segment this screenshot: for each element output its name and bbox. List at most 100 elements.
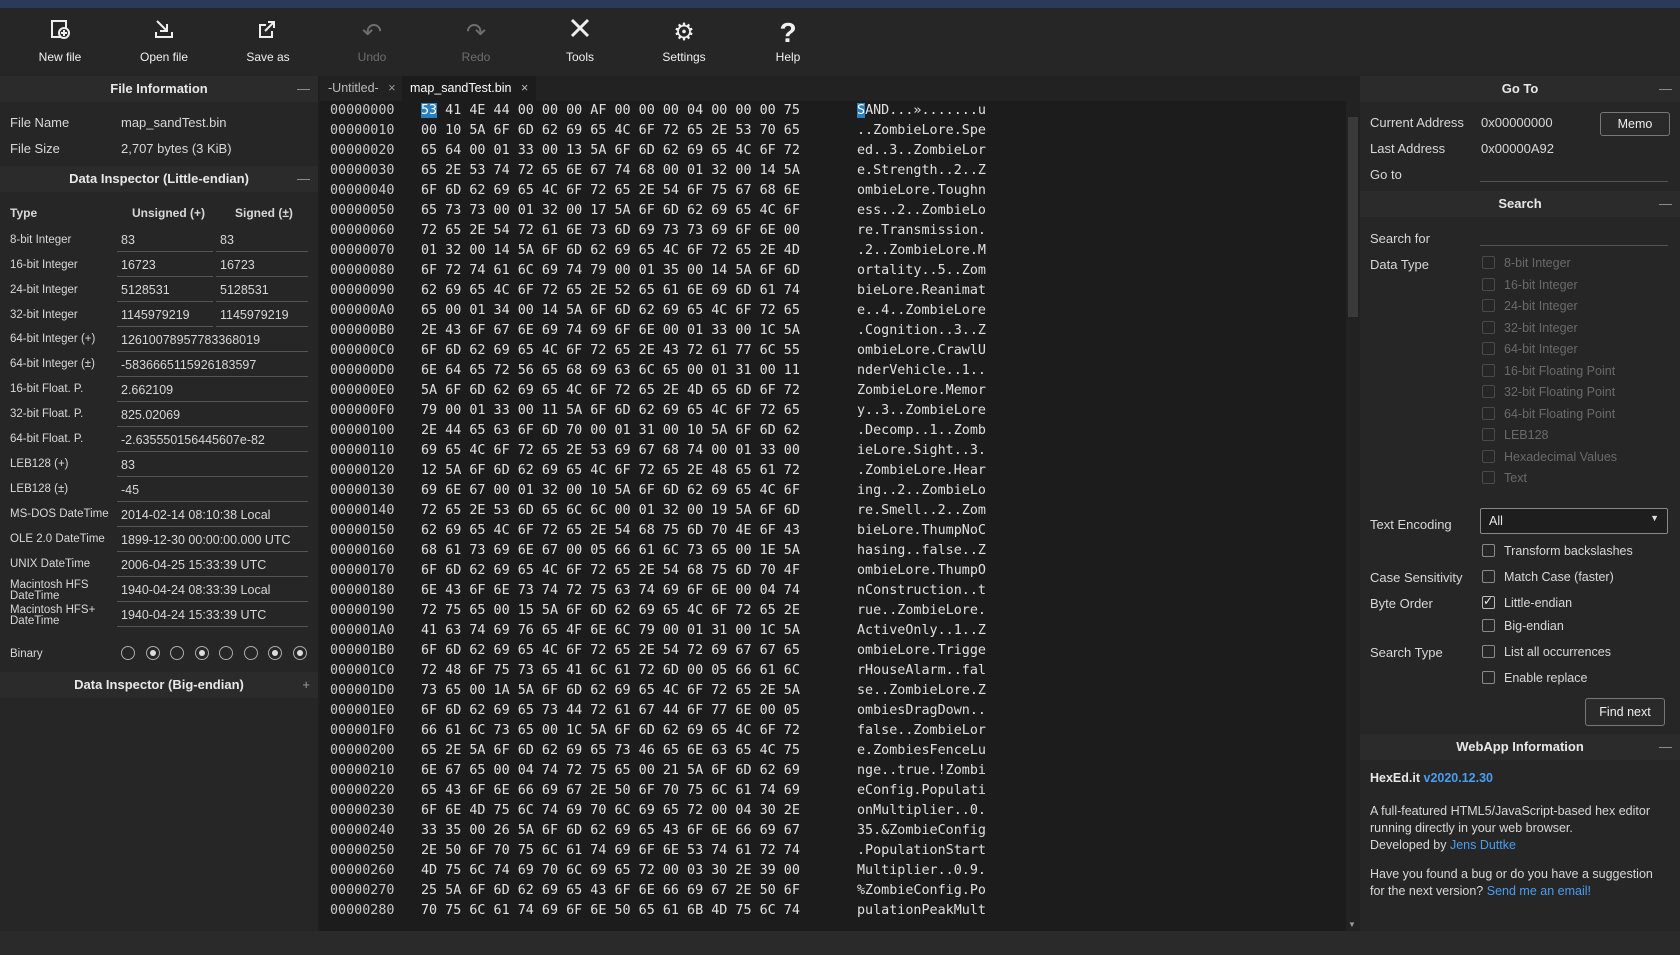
hex-bytes[interactable]: 72 75 65 00 15 5A 6F 6D 62 69 65 4C 6F 7… xyxy=(421,601,800,621)
hex-row[interactable]: 000001B0 6F 6D 62 69 65 4C 6F 72 65 2E 54… xyxy=(320,641,1340,661)
hex-row[interactable]: 00000150 62 69 65 4C 6F 72 65 2E 54 68 75… xyxy=(320,521,1340,541)
inspector-value-field[interactable]: 1899-12-30 00:00:00.000 UTC xyxy=(117,528,308,552)
hex-ascii[interactable]: ZombieLore.Memor xyxy=(857,381,986,401)
text-encoding-select[interactable]: All ▼ xyxy=(1480,508,1668,534)
hex-bytes[interactable]: 5A 6F 6D 62 69 65 4C 6F 72 65 2E 4D 65 6… xyxy=(421,381,800,401)
unsigned-value-field[interactable]: 1145979219 xyxy=(117,303,213,327)
hex-bytes[interactable]: 72 65 2E 53 6D 65 6C 6C 00 01 32 00 19 5… xyxy=(421,501,800,521)
hex-ascii[interactable]: eConfig.Populati xyxy=(857,781,986,801)
hex-bytes[interactable]: 6F 72 74 61 6C 69 74 79 00 01 35 00 14 5… xyxy=(421,261,800,281)
hex-row[interactable]: 00000140 72 65 2E 53 6D 65 6C 6C 00 01 32… xyxy=(320,501,1340,521)
hex-row[interactable]: 00000080 6F 72 74 61 6C 69 74 79 00 01 35… xyxy=(320,261,1340,281)
hex-ascii[interactable]: %ZombieConfig.Po xyxy=(857,881,986,901)
hex-bytes[interactable]: 01 32 00 14 5A 6F 6D 62 69 65 4C 6F 72 6… xyxy=(421,241,800,261)
hex-ascii[interactable]: onMultiplier..0. xyxy=(857,801,986,821)
scrollbar-thumb[interactable] xyxy=(1348,117,1358,317)
little-endian-checkbox[interactable]: ✓ xyxy=(1482,594,1495,609)
hex-ascii[interactable]: Multiplier..0.9. xyxy=(857,861,986,881)
hex-row[interactable]: 00000180 6E 43 6F 6E 73 74 72 75 63 74 69… xyxy=(320,581,1340,601)
hex-bytes[interactable]: 62 69 65 4C 6F 72 65 2E 54 68 75 6D 70 4… xyxy=(421,521,800,541)
hex-row[interactable]: 000000A0 65 00 01 34 00 14 5A 6F 6D 62 69… xyxy=(320,301,1340,321)
hex-bytes[interactable]: 65 2E 5A 6F 6D 62 69 65 73 46 65 6E 63 6… xyxy=(421,741,800,761)
hex-bytes[interactable]: 66 61 6C 73 65 00 1C 5A 6F 6D 62 69 65 4… xyxy=(421,721,800,741)
hex-bytes[interactable]: 53 41 4E 44 00 00 00 AF 00 00 00 04 00 0… xyxy=(421,101,800,121)
inspector-value-field[interactable]: 2.662109 xyxy=(117,378,308,402)
hex-bytes[interactable]: 6F 6D 62 69 65 4C 6F 72 65 2E 54 6F 75 6… xyxy=(421,181,800,201)
hex-row[interactable]: 000001F0 66 61 6C 73 65 00 1C 5A 6F 6D 62… xyxy=(320,721,1340,741)
selected-byte[interactable]: 53 xyxy=(421,103,438,118)
hex-bytes[interactable]: 00 10 5A 6F 6D 62 69 65 4C 6F 72 65 2E 5… xyxy=(421,121,800,141)
data-type-checkbox[interactable] xyxy=(1482,428,1495,441)
tools-button[interactable]: Tools xyxy=(535,16,625,76)
hex-ascii[interactable]: .2..ZombieLore.M xyxy=(857,241,986,261)
data-type-checkbox[interactable] xyxy=(1482,471,1495,484)
hex-row[interactable]: 00000090 62 69 65 4C 6F 72 65 2E 52 65 61… xyxy=(320,281,1340,301)
signed-value-field[interactable]: 5128531 xyxy=(216,278,308,302)
hex-row[interactable]: 00000200 65 2E 5A 6F 6D 62 69 65 73 46 65… xyxy=(320,741,1340,761)
hex-row[interactable]: 000000E0 5A 6F 6D 62 69 65 4C 6F 72 65 2E… xyxy=(320,381,1340,401)
hex-row[interactable]: 000000C0 6F 6D 62 69 65 4C 6F 72 65 2E 43… xyxy=(320,341,1340,361)
inspector-value-field[interactable]: 1940-04-24 08:33:39 Local xyxy=(117,578,308,602)
hex-row[interactable]: 00000070 01 32 00 14 5A 6F 6D 62 69 65 4C… xyxy=(320,241,1340,261)
data-type-checkbox[interactable] xyxy=(1482,449,1495,463)
hex-ascii[interactable]: e.ZombiesFenceLu xyxy=(857,741,986,761)
hex-bytes[interactable]: 12 5A 6F 6D 62 69 65 4C 6F 72 65 2E 48 6… xyxy=(421,461,800,481)
hex-bytes[interactable]: 6E 43 6F 6E 73 74 72 75 63 74 69 6F 6E 0… xyxy=(421,581,800,601)
help-button[interactable]: ? Help xyxy=(743,16,833,76)
hex-row[interactable]: 00000040 6F 6D 62 69 65 4C 6F 72 65 2E 54… xyxy=(320,181,1340,201)
hex-ascii[interactable]: ed..3..ZombieLor xyxy=(857,141,986,161)
hex-ascii[interactable]: ing..2..ZombieLo xyxy=(857,481,986,501)
binary-bit-radio[interactable] xyxy=(121,646,135,660)
hex-bytes[interactable]: 65 64 00 01 33 00 13 5A 6F 6D 62 69 65 4… xyxy=(421,141,800,161)
hex-bytes[interactable]: 6F 6D 62 69 65 4C 6F 72 65 2E 54 68 75 6… xyxy=(421,561,800,581)
enable-replace-checkbox[interactable] xyxy=(1482,671,1495,684)
hex-ascii[interactable]: ortality..5..Zom xyxy=(857,261,986,281)
goto-header[interactable]: Go To — xyxy=(1360,76,1680,102)
match-case-checkbox[interactable] xyxy=(1482,570,1495,583)
signed-value-field[interactable]: 16723 xyxy=(216,253,308,277)
hex-row[interactable]: 000001A0 41 63 74 69 76 65 4F 6E 6C 79 00… xyxy=(320,621,1340,641)
data-type-checkbox[interactable] xyxy=(1482,363,1495,377)
unsigned-value-field[interactable]: 16723 xyxy=(117,253,213,277)
hex-row[interactable]: 00000210 6E 67 65 00 04 74 72 75 65 00 21… xyxy=(320,761,1340,781)
hex-ascii[interactable]: ess..2..ZombieLo xyxy=(857,201,986,221)
binary-bit-radio[interactable] xyxy=(243,646,258,660)
hex-ascii[interactable]: nge..true.!Zombi xyxy=(857,761,986,781)
hex-bytes[interactable]: 2E 43 6F 67 6E 69 74 69 6F 6E 00 01 33 0… xyxy=(421,321,800,341)
binary-bit-radio[interactable] xyxy=(194,646,209,660)
collapse-icon[interactable]: — xyxy=(1659,734,1672,760)
signed-value-field[interactable]: 1145979219 xyxy=(216,303,308,327)
hex-bytes[interactable]: 65 2E 53 74 72 65 6E 67 74 68 00 01 32 0… xyxy=(421,161,800,181)
binary-bit-radio[interactable] xyxy=(292,646,307,660)
hex-ascii[interactable]: 35.&ZombieConfig xyxy=(857,821,986,841)
inspector-value-field[interactable]: 1940-04-24 15:33:39 UTC xyxy=(117,603,308,627)
version-link[interactable]: v2020.12.30 xyxy=(1424,771,1494,785)
hex-ascii[interactable]: se..ZombieLore.Z xyxy=(857,681,986,701)
hex-scrollbar[interactable]: ▼ xyxy=(1346,101,1360,931)
inspector-value-field[interactable]: 2014-02-14 08:10:38 Local xyxy=(117,503,308,527)
hex-row[interactable]: 000000F0 79 00 01 33 00 11 5A 6F 6D 62 69… xyxy=(320,401,1340,421)
binary-bit-radio[interactable] xyxy=(170,646,184,660)
hex-bytes[interactable]: 6E 67 65 00 04 74 72 75 65 00 21 5A 6F 6… xyxy=(421,761,800,781)
big-endian-checkbox[interactable] xyxy=(1482,619,1495,632)
goto-input[interactable] xyxy=(1480,158,1668,182)
collapse-icon[interactable]: — xyxy=(297,166,310,192)
inspector-value-field[interactable]: 825.02069 xyxy=(117,403,308,427)
hex-bytes[interactable]: 69 6E 67 00 01 32 00 10 5A 6F 6D 62 69 6… xyxy=(421,481,800,501)
memo-button[interactable]: Memo xyxy=(1600,112,1670,136)
hex-row[interactable]: 000000D0 6E 64 65 72 56 65 68 69 63 6C 65… xyxy=(320,361,1340,381)
hex-bytes[interactable]: 65 43 6F 6E 66 69 67 2E 50 6F 70 75 6C 6… xyxy=(421,781,800,801)
hex-row[interactable]: 00000130 69 6E 67 00 01 32 00 10 5A 6F 6D… xyxy=(320,481,1340,501)
hex-bytes[interactable]: 2E 44 65 63 6F 6D 70 00 01 31 00 10 5A 6… xyxy=(421,421,800,441)
data-type-checkbox[interactable] xyxy=(1482,385,1495,398)
hex-ascii[interactable]: re.Transmission. xyxy=(857,221,986,241)
hex-bytes[interactable]: 6F 6D 62 69 65 4C 6F 72 65 2E 54 72 69 6… xyxy=(421,641,800,661)
hex-row[interactable]: 00000060 72 65 2E 54 72 61 6E 73 6D 69 73… xyxy=(320,221,1340,241)
unsigned-value-field[interactable]: 5128531 xyxy=(117,278,213,302)
hex-row[interactable]: 00000280 70 75 6C 61 74 69 6F 6E 50 65 61… xyxy=(320,901,1340,921)
hex-ascii[interactable]: hasing..false..Z xyxy=(857,541,986,561)
hex-bytes[interactable]: 2E 50 6F 70 75 6C 61 74 69 6F 6E 53 74 6… xyxy=(421,841,800,861)
hex-ascii[interactable]: bieLore.Reanimat xyxy=(857,281,986,301)
collapse-icon[interactable]: — xyxy=(1659,76,1672,102)
tab-untitled[interactable]: -Untitled- × xyxy=(320,76,404,101)
